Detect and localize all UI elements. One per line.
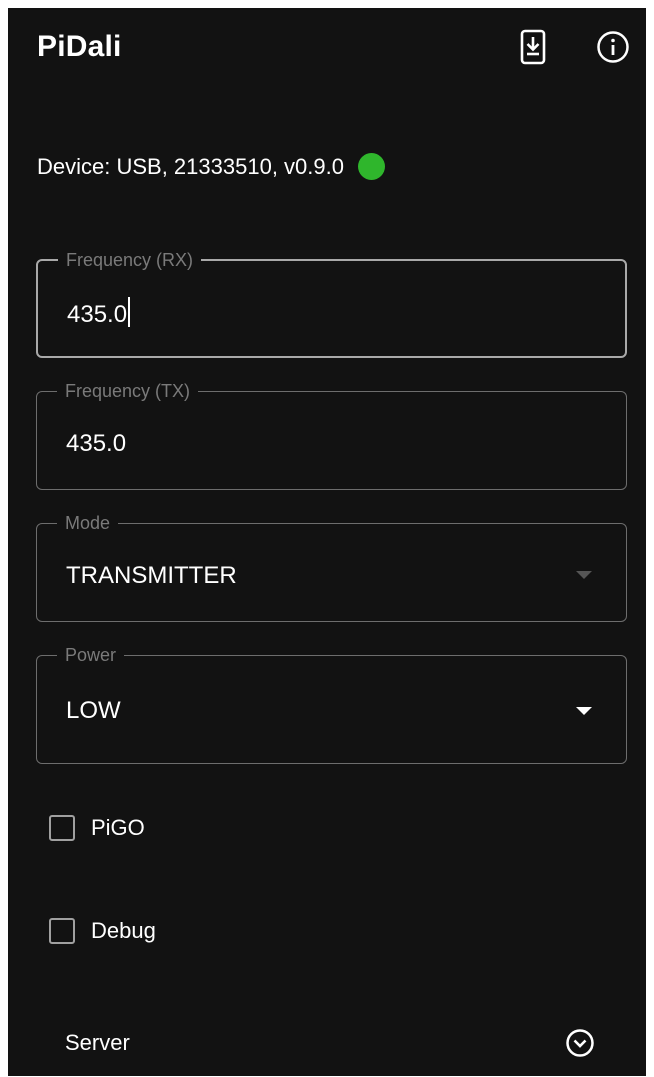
mode-label: Mode <box>57 511 119 535</box>
connection-status-indicator <box>357 153 385 180</box>
frequency-tx-field[interactable]: Frequency (TX) 435.0 <box>36 379 627 490</box>
info-icon <box>597 31 629 63</box>
server-section-header[interactable]: Server <box>8 1018 646 1068</box>
app-bar: PiDali <box>8 8 646 90</box>
frequency-rx-field[interactable]: Frequency (RX) 435.0 <box>36 248 627 358</box>
app-screen: PiDali Device: USB, 21333510, v0.9.0 Fre… <box>8 8 646 1076</box>
pigo-label: PiGO <box>91 815 145 840</box>
power-value: LOW <box>66 697 121 724</box>
download-to-phone-button[interactable] <box>513 27 553 67</box>
server-label: Server <box>65 1030 130 1055</box>
chevron-down-circle-icon[interactable] <box>565 1028 595 1058</box>
power-select[interactable]: Power LOW <box>36 643 627 764</box>
mode-dropdown-arrow-icon <box>576 571 592 579</box>
frequency-rx-input[interactable]: 435.0 <box>67 297 131 329</box>
frequency-tx-input[interactable]: 435.0 <box>66 430 126 458</box>
power-dropdown-arrow-icon <box>576 707 592 715</box>
frequency-tx-label: Frequency (TX) <box>57 379 199 403</box>
app-title: PiDali <box>37 30 122 63</box>
mode-value: TRANSMITTER <box>66 562 237 589</box>
pigo-checkbox[interactable] <box>49 815 75 841</box>
info-button[interactable] <box>593 27 633 67</box>
mode-select[interactable]: Mode TRANSMITTER <box>36 511 627 622</box>
device-status: Device: USB, 21333510, v0.9.0 <box>37 153 385 180</box>
debug-checkbox-row[interactable]: Debug <box>49 918 156 944</box>
debug-label: Debug <box>91 918 156 943</box>
device-status-text: Device: USB, 21333510, v0.9.0 <box>37 153 344 179</box>
frequency-rx-label: Frequency (RX) <box>58 248 202 272</box>
power-label: Power <box>57 643 125 667</box>
debug-checkbox[interactable] <box>49 918 75 944</box>
text-cursor <box>128 297 131 327</box>
phone-download-icon <box>520 29 546 65</box>
pigo-checkbox-row[interactable]: PiGO <box>49 815 145 841</box>
